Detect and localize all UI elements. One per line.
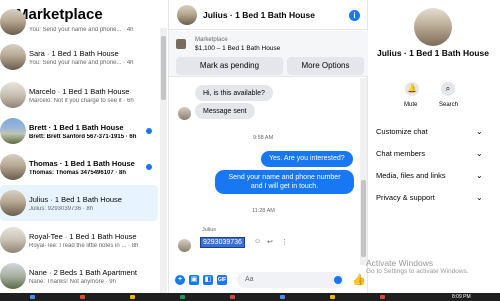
conversation-name: Marcelo · 1 Bed 1 Bath House [29, 86, 130, 96]
more-actions-icon[interactable]: ⋮ [281, 238, 288, 246]
conversation-preview: You: Send your name and phone... · 4h [29, 27, 134, 33]
plus-icon[interactable]: + [175, 275, 185, 285]
conversation-preview: Nane: Thanks! Not anymore · 9h [29, 278, 116, 285]
gif-icon[interactable]: GIF [217, 275, 227, 285]
conversation-item-royal-tee[interactable]: Royal-Tee · 1 Bed 1 Bath House Royal-Tee… [0, 222, 158, 258]
conversation-preview: You: Send your name and phone... · 4h [29, 59, 134, 66]
taskbar-app-icon[interactable] [130, 295, 135, 299]
messenger-window: ← Marketplace You: Send your name and ph… [0, 0, 500, 301]
conversation-name: Thomas · 1 Bed 1 Bath House [29, 158, 135, 168]
taskbar-app-icon[interactable] [230, 295, 235, 299]
taskbar-app-icon[interactable] [30, 295, 35, 299]
conversation-item-sara[interactable]: Sara · 1 Bed 1 Bath House You: Send your… [0, 39, 158, 75]
scrollbar-thumb[interactable] [361, 180, 366, 257]
conversation-preview: Julius: 9293039736 · 8h [29, 205, 94, 212]
profile-avatar[interactable] [414, 8, 452, 46]
activate-windows-watermark: Activate Windows [366, 258, 434, 268]
mute-label[interactable]: Mute [404, 102, 417, 108]
menu-privacy-support[interactable]: Privacy & support [376, 193, 435, 202]
chat-panel: Julius · 1 Bed 1 Bath House i Marketplac… [168, 0, 368, 293]
conversation-name: Royal-Tee · 1 Bed 1 Bath House [29, 231, 137, 241]
chevron-down-icon[interactable]: ⌄ [476, 193, 483, 202]
chat-avatar[interactable] [177, 4, 197, 25]
chevron-down-icon[interactable]: ⌄ [476, 149, 483, 158]
taskbar-app-icon[interactable] [280, 295, 285, 299]
taskbar-clock[interactable]: 8:09 PM [452, 293, 471, 301]
avatar [0, 118, 26, 144]
conversation-item-nane[interactable]: Nane · 2 Beds 1 Bath Apartment Nane: Tha… [0, 258, 158, 293]
emoji-icon[interactable] [334, 276, 342, 284]
unread-indicator [146, 128, 152, 134]
message-text: Message sent [203, 107, 247, 115]
phone-message-selected[interactable]: 9293039736 [200, 237, 245, 248]
taskbar-app-icon[interactable] [180, 295, 185, 299]
taskbar-app-icon[interactable] [80, 295, 85, 299]
message-bubble-outgoing: Yes. Are you interested? [261, 151, 353, 167]
avatar [0, 154, 26, 180]
react-emoji-icon[interactable]: ☺ [254, 238, 261, 245]
message-text: Send your name and phone number and I wi… [228, 174, 341, 190]
menu-chat-members[interactable]: Chat members [376, 149, 425, 158]
taskbar-app-icon[interactable] [330, 295, 335, 299]
menu-media-files-links[interactable]: Media, files and links [376, 171, 446, 180]
unread-indicator [146, 164, 152, 170]
conversation-item-julius[interactable]: Julius · 1 Bed 1 Bath House Julius: 9293… [0, 185, 158, 221]
sender-avatar [178, 107, 191, 120]
avatar [0, 263, 26, 289]
conversation-name: Nane · 2 Beds 1 Bath Apartment [29, 267, 137, 277]
conversation-item-marcelo[interactable]: Marcelo · 1 Bed 1 Bath House Marcelo: No… [0, 77, 158, 113]
conversation-name: Julius · 1 Bed 1 Bath House [29, 194, 122, 204]
search-label[interactable]: Search [439, 102, 458, 108]
more-options-button[interactable]: More Options [287, 57, 364, 75]
listing-thumbnail[interactable] [176, 39, 186, 49]
conversation-preview: Marcelo: Not if you charge to see it · 6… [29, 97, 134, 104]
taskbar-app-icon[interactable] [380, 295, 385, 299]
info-icon[interactable]: i [349, 10, 360, 21]
conversation-preview: Thomas: Thomas 3475496107 · 8h [29, 169, 127, 176]
profile-name: Julius · 1 Bed 1 Bath House [377, 48, 489, 58]
avatar [0, 227, 26, 253]
windows-taskbar [0, 293, 500, 301]
message-bubble-outgoing: Send your name and phone number and I wi… [215, 170, 354, 194]
chevron-down-icon[interactable]: ⌄ [476, 171, 483, 180]
conversation-name: Brett · 1 Bed 1 Bath House [29, 122, 124, 132]
chat-title[interactable]: Julius · 1 Bed 1 Bath House [203, 10, 315, 20]
sender-avatar [178, 239, 191, 252]
conversation-preview: Brett: Brett Sanford 567-371-1915 · 6h [29, 133, 137, 140]
sticker-icon[interactable]: ◧ [203, 275, 213, 285]
sender-name: Julius [202, 227, 217, 233]
timestamp: 9:58 AM [253, 135, 274, 141]
message-composer: + ▣ ◧ GIF Aa 👍 [169, 267, 368, 293]
chat-header: Julius · 1 Bed 1 Bath House [169, 0, 368, 30]
message-text: Yes. Are you interested? [269, 155, 345, 162]
conversation-item-thomas[interactable]: Thomas · 1 Bed 1 Bath House Thomas: Thom… [0, 149, 158, 185]
message-bubble-incoming: Message sent [195, 103, 255, 119]
listing-price[interactable]: $1,100 – 1 Bed 1 Bath House [195, 45, 280, 52]
avatar [0, 9, 26, 35]
activate-windows-subtext: Go to Settings to activate Windows. [366, 268, 469, 275]
conversation-item-brett[interactable]: Brett · 1 Bed 1 Bath House Brett: Brett … [0, 113, 158, 149]
thumbs-up-icon[interactable]: 👍 [352, 273, 366, 286]
image-icon[interactable]: ▣ [189, 275, 199, 285]
conversation-item-0[interactable]: You: Send your name and phone... · 4h [0, 4, 158, 40]
conversation-list-panel: ← Marketplace You: Send your name and ph… [0, 0, 168, 293]
avatar [0, 44, 26, 70]
menu-customize-chat[interactable]: Customize chat [376, 127, 428, 136]
mark-as-pending-button[interactable]: Mark as pending [176, 57, 283, 75]
search-icon[interactable]: ⌕ [441, 82, 455, 96]
avatar [0, 190, 26, 216]
listing-label: Marketplace [195, 37, 228, 43]
conversation-preview: Royal-Tee: I read the little notes in ..… [29, 242, 139, 249]
scrollbar-thumb[interactable] [161, 36, 166, 100]
message-bubble-incoming: Hi, is this available? [195, 85, 273, 101]
conversation-name: Sara · 1 Bed 1 Bath House [29, 48, 119, 58]
bell-icon[interactable]: 🔔 [405, 82, 419, 96]
message-input-placeholder: Aa [245, 276, 254, 283]
avatar [0, 82, 26, 108]
reply-icon[interactable]: ↩ [267, 238, 273, 246]
message-text: Hi, is this available? [203, 89, 265, 97]
chevron-down-icon[interactable]: ⌄ [476, 127, 483, 136]
timestamp: 11:28 AM [252, 208, 275, 214]
